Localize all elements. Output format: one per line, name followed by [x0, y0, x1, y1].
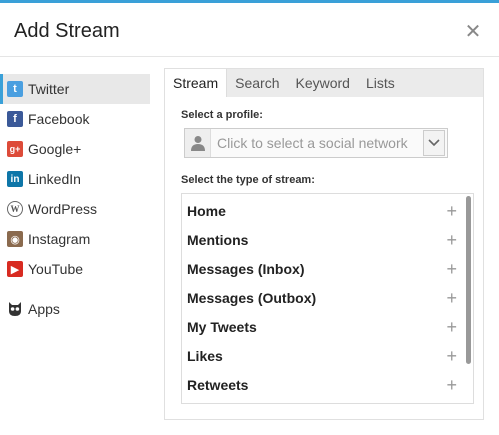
stream-type-label-text: Mentions: [187, 231, 249, 248]
plus-icon[interactable]: +: [446, 347, 457, 365]
stream-type-label-text: My Tweets: [187, 318, 257, 335]
sidebar-item-label: YouTube: [28, 261, 84, 277]
stream-type-label-text: Messages (Outbox): [187, 289, 317, 306]
instagram-icon: ◉: [7, 231, 23, 247]
stream-tabs: Stream Search Keyword Lists: [165, 69, 483, 97]
profile-select-placeholder: Click to select a social network: [217, 135, 408, 151]
stream-tab-content: Select a profile: Click to select a soci…: [165, 97, 483, 419]
sidebar-item-label: Google+: [28, 141, 82, 157]
sidebar-item-linkedin[interactable]: in LinkedIn: [0, 164, 150, 194]
chevron-svg: [428, 139, 440, 147]
sidebar-item-apps[interactable]: Apps: [0, 294, 150, 324]
header-divider: [0, 56, 499, 57]
profile-select[interactable]: Click to select a social network: [184, 128, 448, 158]
profile-label: Select a profile:: [181, 109, 263, 121]
google-plus-icon: g+: [7, 141, 23, 157]
stream-panel: Stream Search Keyword Lists Select a pro…: [164, 68, 484, 420]
sidebar-item-youtube[interactable]: ▶ YouTube: [0, 254, 150, 284]
plus-icon[interactable]: +: [446, 231, 457, 249]
tab-stream[interactable]: Stream: [165, 69, 228, 97]
stream-type-list: Home + Mentions + Messages (Inbox) + Mes…: [181, 193, 474, 404]
person-icon-svg: [190, 136, 205, 151]
plus-icon[interactable]: +: [446, 202, 457, 220]
list-item-messages-outbox[interactable]: Messages (Outbox) +: [182, 283, 473, 312]
sidebar-item-label: Twitter: [28, 81, 70, 97]
person-icon: [185, 129, 211, 157]
add-stream-dialog: Add Stream ✕ t Twitter f Facebook g+ Goo…: [0, 3, 499, 435]
network-sidebar: t Twitter f Facebook g+ Google+ in Linke…: [0, 74, 150, 324]
sidebar-item-label: Facebook: [28, 111, 90, 127]
sidebar-item-facebook[interactable]: f Facebook: [0, 104, 150, 134]
list-item-messages-inbox[interactable]: Messages (Inbox) +: [182, 254, 473, 283]
stream-type-label: Select the type of stream:: [181, 174, 315, 186]
sidebar-item-google-plus[interactable]: g+ Google+: [0, 134, 150, 164]
wordpress-icon: W: [7, 201, 23, 217]
sidebar-item-instagram[interactable]: ◉ Instagram: [0, 224, 150, 254]
youtube-icon: ▶: [7, 261, 23, 277]
close-icon[interactable]: ✕: [464, 22, 482, 42]
plus-icon[interactable]: +: [446, 289, 457, 307]
sidebar-item-label: WordPress: [28, 201, 97, 217]
plus-icon[interactable]: +: [446, 376, 457, 394]
tab-search[interactable]: Search: [227, 69, 287, 97]
sidebar-item-label: Apps: [28, 301, 60, 317]
owl-apps-icon: [7, 301, 23, 317]
stream-type-label-text: Home: [187, 202, 226, 219]
list-item-my-tweets[interactable]: My Tweets +: [182, 312, 473, 341]
list-item-retweets[interactable]: Retweets +: [182, 370, 473, 399]
dialog-title: Add Stream: [14, 20, 120, 42]
tab-keyword[interactable]: Keyword: [287, 69, 357, 97]
list-scrollbar[interactable]: [466, 196, 471, 364]
list-item-mentions[interactable]: Mentions +: [182, 225, 473, 254]
sidebar-item-twitter[interactable]: t Twitter: [0, 74, 150, 104]
twitter-icon: t: [7, 81, 23, 97]
stream-type-label-text: Retweets: [187, 376, 249, 393]
facebook-icon: f: [7, 111, 23, 127]
sidebar-item-label: Instagram: [28, 231, 91, 247]
chevron-down-icon[interactable]: [423, 130, 445, 156]
tab-lists[interactable]: Lists: [358, 69, 403, 97]
linkedin-icon: in: [7, 171, 23, 187]
stream-type-label-text: Messages (Inbox): [187, 260, 305, 277]
owl-icon-svg: [9, 302, 21, 316]
stream-type-label-text: Likes: [187, 347, 223, 364]
list-item-home[interactable]: Home +: [182, 196, 473, 225]
plus-icon[interactable]: +: [446, 260, 457, 278]
list-item-likes[interactable]: Likes +: [182, 341, 473, 370]
sidebar-item-wordpress[interactable]: W WordPress: [0, 194, 150, 224]
plus-icon[interactable]: +: [446, 318, 457, 336]
sidebar-item-label: LinkedIn: [28, 171, 81, 187]
